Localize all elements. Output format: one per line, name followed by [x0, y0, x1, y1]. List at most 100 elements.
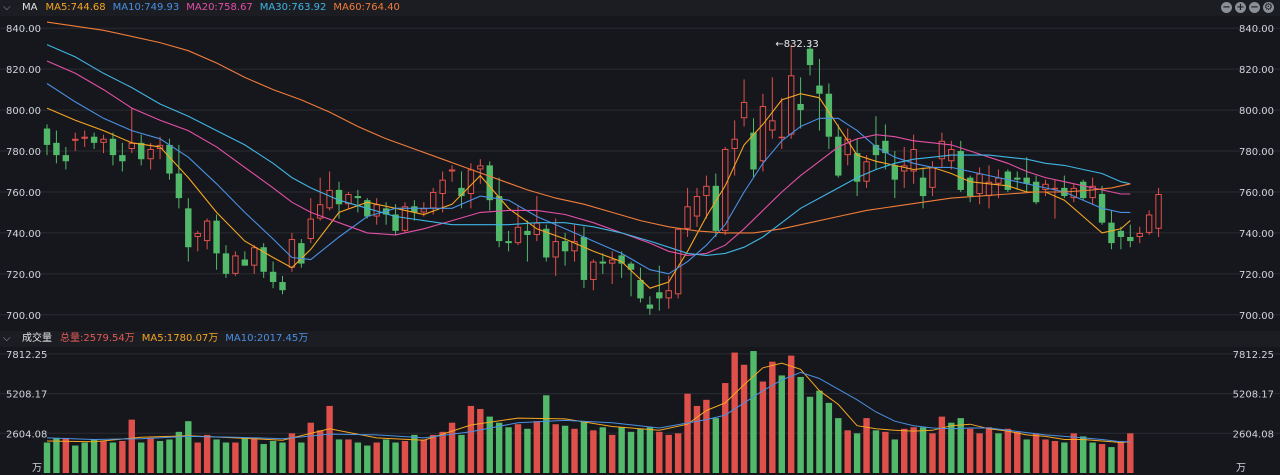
price-y-tick-left: 740.00: [6, 229, 41, 240]
volume-bar: [109, 442, 117, 473]
volume-bar: [693, 405, 701, 473]
volume-bar: [354, 442, 362, 473]
candle-body-down: [1127, 236, 1134, 242]
volume-bar: [533, 421, 541, 473]
candle-body-up: [759, 106, 767, 162]
volume-bar: [1098, 444, 1106, 473]
volume-bar: [929, 433, 936, 473]
volume-bar: [316, 430, 324, 473]
candle-body-down: [43, 128, 51, 145]
volume-ma-line-ma10: [46, 371, 1131, 443]
volume-bar: [703, 399, 710, 473]
volume-unit-left: 万: [32, 463, 42, 474]
volume-unit-right: 万: [1236, 463, 1246, 474]
price-y-tick-left: 840.00: [6, 24, 41, 35]
candle-body-down: [919, 177, 927, 197]
candle-body-up: [251, 247, 258, 266]
volume-bar: [326, 405, 333, 473]
volume-bar: [853, 433, 861, 473]
volume-bar: [382, 439, 390, 473]
candle-body-up: [467, 169, 475, 195]
candle-body-up: [1145, 214, 1153, 233]
volume-ma5-label: MA5:1780.07万: [141, 333, 219, 344]
volume-bar: [128, 419, 135, 473]
volume-bar: [175, 431, 183, 473]
candle-body-up: [448, 169, 456, 172]
volume-bar: [731, 352, 738, 473]
candle-body-up: [430, 191, 437, 209]
candle-body-up: [684, 206, 691, 229]
volume-bar: [740, 364, 748, 473]
volume-bar: [1127, 433, 1134, 473]
volume-bar: [1117, 440, 1125, 473]
candle-body-up: [1155, 194, 1162, 229]
volume-bar: [260, 444, 267, 473]
volume-bar: [90, 439, 98, 473]
volume-bar: [1080, 436, 1087, 473]
volume-y-tick-left: 2604.08: [6, 429, 47, 440]
price-chart[interactable]: 840.00 840.00 820.00 820.00 800.00 800.00 780.…: [0, 0, 1280, 331]
volume-ma-line-ma5: [46, 362, 1131, 444]
volume-bar: [1089, 442, 1096, 473]
volume-bar: [1032, 433, 1040, 473]
candle-body-up: [194, 232, 201, 237]
volume-bar: [863, 418, 870, 473]
candle-body-down: [750, 132, 757, 170]
price-y-tick-left: 820.00: [6, 65, 41, 76]
volume-collapse-chevron-icon[interactable]: ⌵: [3, 331, 15, 347]
volume-bar: [844, 430, 851, 473]
candle-body-down: [637, 279, 644, 299]
candle-body-up: [203, 220, 211, 242]
volume-bar: [203, 434, 211, 473]
volume-bar: [882, 431, 889, 473]
candle-body-up: [863, 161, 870, 182]
candle-body-down: [891, 165, 898, 180]
volume-bar: [919, 427, 927, 473]
price-y-tick-left: 760.00: [6, 188, 41, 199]
volume-bar: [222, 442, 230, 473]
candle-body-down: [279, 282, 286, 291]
candle-body-up: [420, 208, 428, 213]
volume-bar: [684, 393, 691, 473]
volume-bar: [72, 445, 79, 473]
volume-bar: [524, 428, 531, 473]
volume-bar: [590, 430, 597, 473]
volume-bar: [439, 431, 446, 473]
volume-bar: [364, 445, 371, 473]
volume-bar: [185, 421, 192, 473]
volume-bar: [194, 442, 201, 473]
volume-bar: [759, 381, 767, 473]
volume-bar: [477, 408, 484, 473]
candle-body-up: [81, 136, 88, 139]
volume-bar: [985, 427, 993, 473]
candle-body-down: [599, 261, 606, 264]
candle-body-up: [147, 148, 154, 160]
price-y-tick-right: 820.00: [1239, 65, 1274, 76]
volume-bar: [712, 418, 720, 473]
candle-body-up: [910, 148, 917, 172]
volume-bar: [392, 442, 399, 473]
candle-body-down: [816, 85, 823, 94]
candle-body-down: [109, 138, 117, 156]
candle-body-up: [590, 261, 597, 280]
price-y-tick-right: 720.00: [1239, 270, 1274, 281]
candle-body-up: [609, 259, 616, 264]
candle-body-up: [976, 173, 983, 195]
volume-bar: [279, 442, 286, 473]
candle-body-down: [561, 241, 569, 252]
volume-ma10-label: MA10:2017.45万: [225, 333, 309, 344]
volume-bar: [81, 442, 88, 473]
volume-bar: [957, 418, 964, 473]
candle-body-down: [495, 196, 503, 242]
candle-body-up: [307, 218, 314, 240]
volume-bar: [787, 355, 795, 473]
candle-body-down: [175, 173, 183, 199]
candle-body-down: [797, 103, 804, 111]
candle-body-down: [213, 220, 220, 254]
candle-body-down: [138, 142, 145, 160]
volume-bar: [448, 422, 456, 473]
candle-body-up: [787, 75, 795, 135]
volume-bar: [637, 428, 644, 473]
candle-body-down: [62, 155, 70, 162]
volume-bar: [467, 405, 475, 473]
